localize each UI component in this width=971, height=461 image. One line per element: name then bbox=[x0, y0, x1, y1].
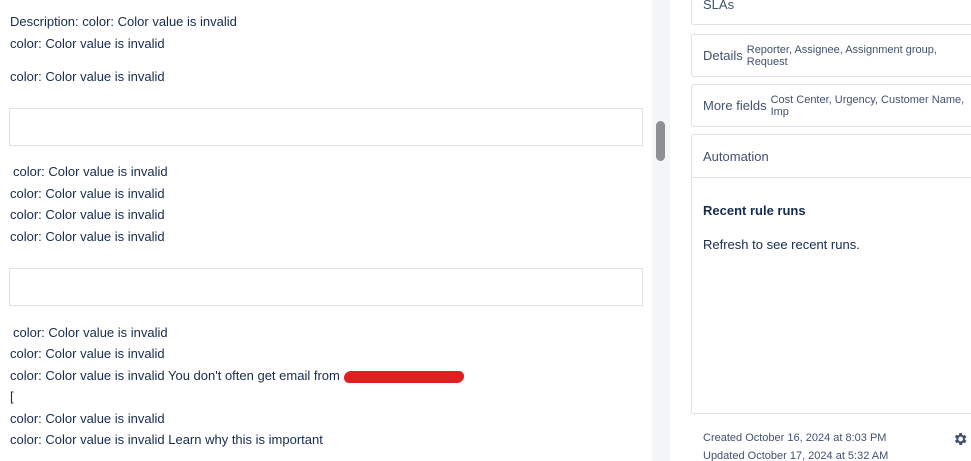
automation-section: Automation Recent rule runs Refresh to s… bbox=[691, 134, 971, 414]
refresh-message: Refresh to see recent runs. bbox=[703, 237, 860, 252]
more-fields-section[interactable]: More fields Cost Center, Urgency, Custom… bbox=[691, 84, 971, 127]
description-line: color: Color value is invalid bbox=[13, 325, 168, 340]
details-fields: Reporter, Assignee, Assignment group, Re… bbox=[746, 43, 937, 68]
description-line-with-redaction: color: Color value is invalid You don't … bbox=[10, 368, 465, 384]
description-line: color: Color value is invalid Learn why … bbox=[10, 432, 323, 447]
description-line: color: Color value is invalid bbox=[13, 164, 168, 179]
description-line: Description: color: Color value is inval… bbox=[10, 14, 237, 29]
description-line: [ bbox=[10, 389, 14, 404]
redaction-mark bbox=[343, 370, 465, 383]
created-timestamp: Created October 16, 2024 at 8:03 PM bbox=[703, 432, 887, 444]
description-line: color: Color value is invalid bbox=[10, 36, 165, 51]
description-panel: Description: color: Color value is inval… bbox=[0, 0, 655, 461]
email-warning-text: color: Color value is invalid You don't … bbox=[10, 368, 340, 383]
more-fields-list: Cost Center, Urgency, Customer Name, Imp bbox=[770, 93, 965, 118]
scrollbar-thumb[interactable] bbox=[656, 121, 665, 161]
issue-view: Description: color: Color value is inval… bbox=[0, 0, 971, 461]
description-line: color: Color value is invalid bbox=[10, 69, 165, 84]
scrollbar-track[interactable] bbox=[652, 0, 670, 461]
description-line: color: Color value is invalid bbox=[10, 411, 165, 426]
empty-content-box bbox=[9, 108, 643, 146]
description-line: color: Color value is invalid bbox=[10, 207, 165, 222]
empty-content-box bbox=[9, 268, 643, 306]
gear-icon[interactable] bbox=[952, 431, 968, 447]
slas-section[interactable]: SLAs bbox=[691, 0, 971, 25]
updated-timestamp: Updated October 17, 2024 at 5:32 AM bbox=[703, 450, 889, 461]
details-label: Details bbox=[703, 48, 743, 63]
issue-sidebar: SLAs Details Reporter, Assignee, Assignm… bbox=[670, 0, 971, 461]
description-line: color: Color value is invalid bbox=[10, 346, 165, 361]
details-section[interactable]: Details Reporter, Assignee, Assignment g… bbox=[691, 34, 971, 77]
description-line: color: Color value is invalid bbox=[10, 229, 165, 244]
description-line: color: Color value is invalid bbox=[10, 186, 165, 201]
slas-label: SLAs bbox=[703, 0, 735, 12]
more-fields-label: More fields bbox=[703, 98, 767, 113]
automation-label: Automation bbox=[703, 148, 769, 164]
recent-rule-runs-heading: Recent rule runs bbox=[703, 203, 806, 218]
automation-header[interactable]: Automation bbox=[692, 135, 971, 178]
